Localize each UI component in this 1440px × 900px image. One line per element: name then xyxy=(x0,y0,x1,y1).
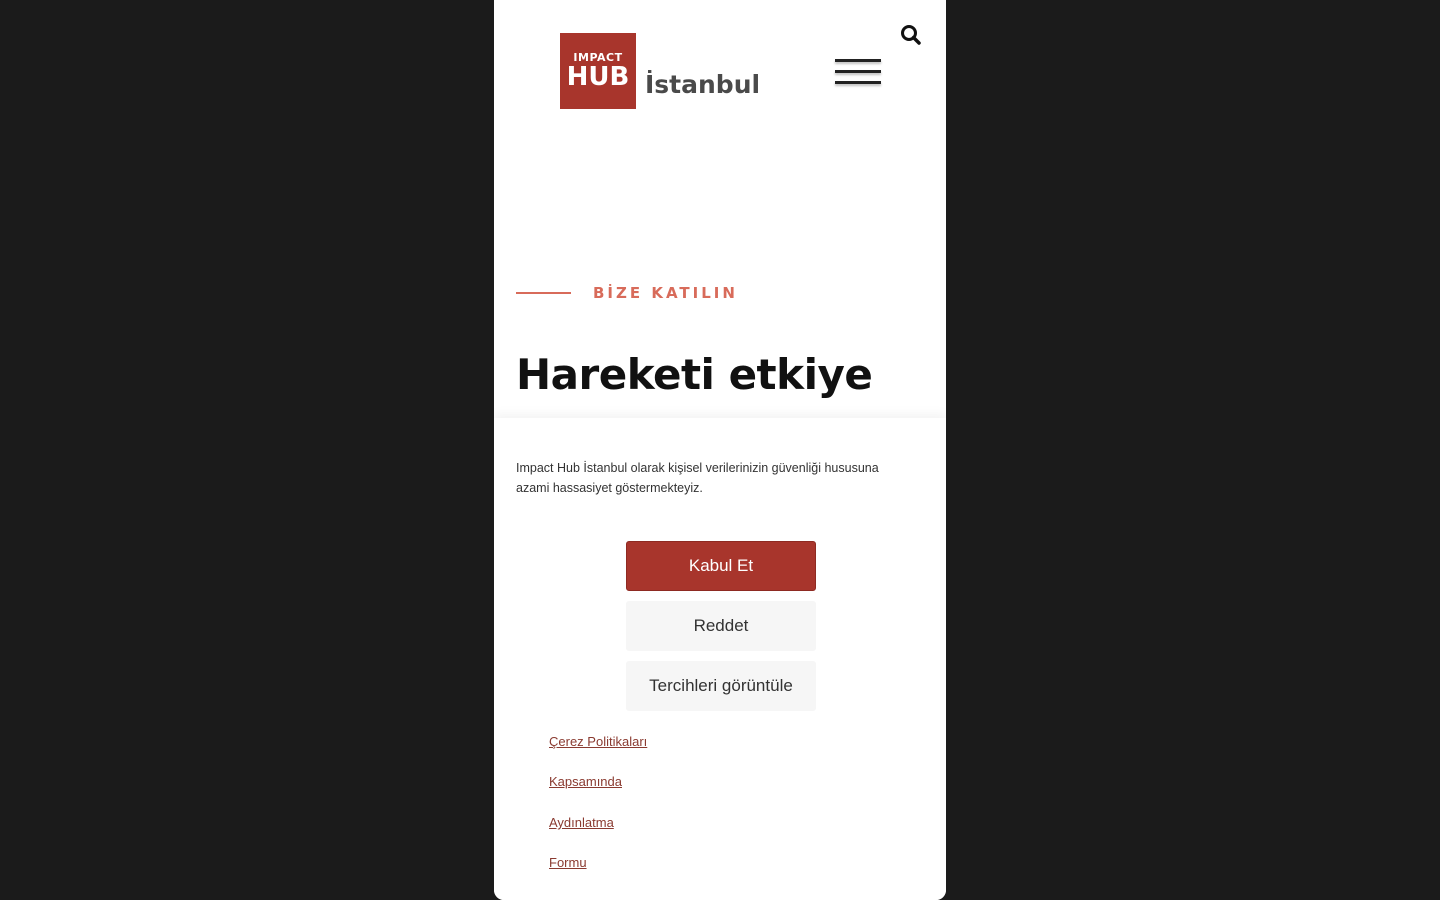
impact-hub-logo[interactable]: IMPACT HUB İstanbul xyxy=(560,33,760,109)
cookie-consent-panel: Impact Hub İstanbul olarak kişisel veril… xyxy=(494,418,946,900)
scope-link[interactable]: Kapsamında xyxy=(549,774,622,789)
search-icon[interactable] xyxy=(900,24,922,46)
site-header: IMPACT HUB İstanbul xyxy=(494,0,946,140)
mobile-viewport: IMPACT HUB İstanbul BİZE KATILIN Hareket… xyxy=(494,0,946,900)
consent-message: Impact Hub İstanbul olarak kişisel veril… xyxy=(516,461,879,495)
eyebrow-label: BİZE KATILIN xyxy=(593,284,738,302)
form-link[interactable]: Formu xyxy=(549,855,587,870)
accept-button[interactable]: Kabul Et xyxy=(626,541,816,591)
section-eyebrow: BİZE KATILIN xyxy=(516,284,738,302)
reject-button[interactable]: Reddet xyxy=(626,601,816,651)
logo-mark: IMPACT HUB xyxy=(560,33,636,109)
view-preferences-button[interactable]: Tercihleri görüntüle xyxy=(626,661,816,711)
logo-hub-text: HUB xyxy=(566,62,630,92)
hamburger-menu-icon[interactable] xyxy=(835,59,881,93)
eyebrow-divider xyxy=(516,292,571,294)
hero-headline: Hareketi etkiye xyxy=(516,350,873,399)
disclosure-link[interactable]: Aydınlatma xyxy=(549,815,614,830)
logo-city-text: İstanbul xyxy=(645,69,761,99)
cookie-policy-link[interactable]: Çerez Politikaları xyxy=(549,734,647,749)
